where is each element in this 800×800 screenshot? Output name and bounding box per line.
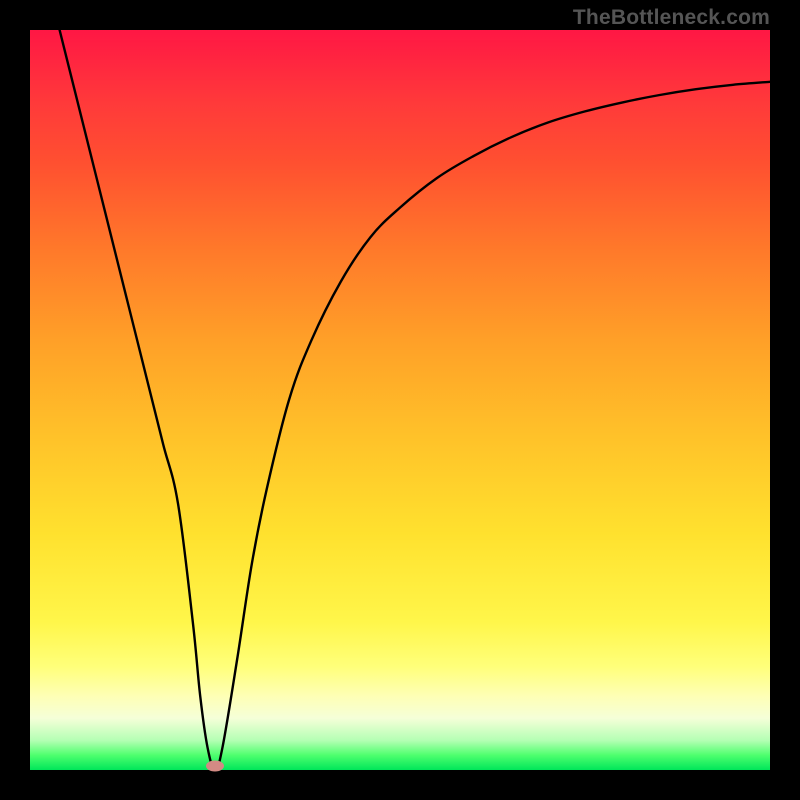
- chart-frame: TheBottleneck.com: [0, 0, 800, 800]
- plot-area: [30, 30, 770, 770]
- bottleneck-curve: [60, 30, 770, 770]
- watermark-text: TheBottleneck.com: [573, 6, 770, 30]
- curve-layer: [30, 30, 770, 770]
- optimal-point-marker: [206, 761, 224, 772]
